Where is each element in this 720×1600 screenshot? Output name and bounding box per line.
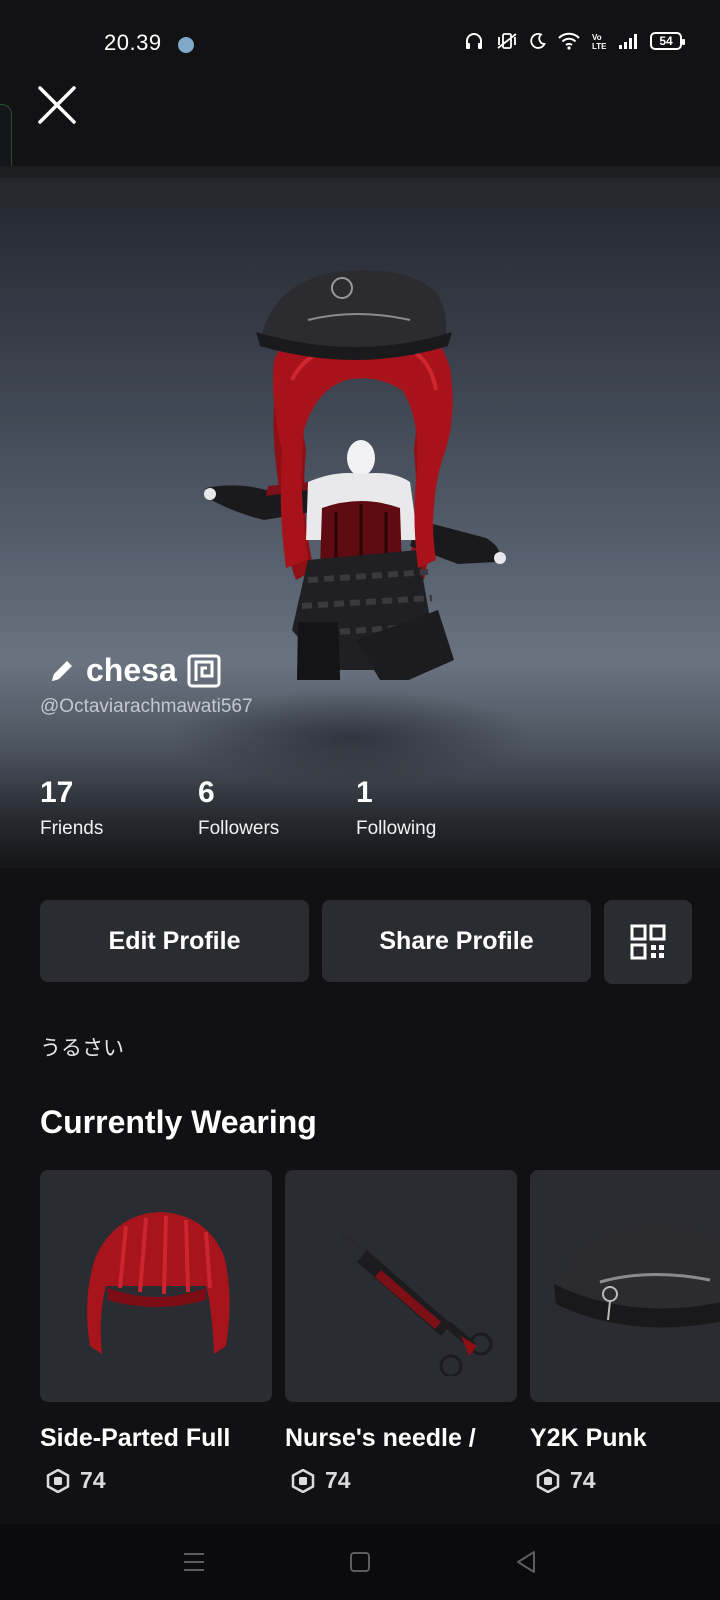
svg-text:Vo: Vo xyxy=(592,33,602,42)
edit-profile-button[interactable]: Edit Profile xyxy=(40,900,309,982)
back-button[interactable] xyxy=(511,1547,541,1577)
recents-icon xyxy=(184,1553,204,1571)
item-card[interactable]: Nurse's needle / 74 xyxy=(285,1170,517,1500)
vibrate-icon xyxy=(497,33,517,49)
home-button[interactable] xyxy=(345,1547,375,1577)
currently-wearing-list: Side-Parted Full 74 Nurse's needle / 74 … xyxy=(40,1170,720,1500)
status-bar: 20.39 Vo LTE 54 xyxy=(0,0,720,76)
battery-level: 54 xyxy=(659,34,673,48)
stat-followers[interactable]: 6 Followers xyxy=(198,778,356,840)
profile-stats: 17 Friends 6 Followers 1 Following xyxy=(40,778,514,840)
robux-icon xyxy=(536,1468,560,1493)
status-icons: Vo LTE 54 xyxy=(464,32,685,50)
item-price-row: 74 xyxy=(530,1467,720,1494)
avatar-image xyxy=(204,270,506,680)
pencil-icon[interactable] xyxy=(48,657,76,685)
close-icon xyxy=(38,86,76,124)
item-price-row: 74 xyxy=(40,1467,272,1494)
signal-icon xyxy=(619,34,637,49)
item-name: Side-Parted Full xyxy=(40,1424,231,1452)
item-price: 74 xyxy=(325,1467,351,1493)
robux-icon xyxy=(291,1468,315,1493)
back-icon xyxy=(517,1551,535,1573)
close-button[interactable] xyxy=(34,82,80,128)
volte-icon: VoLTE xyxy=(592,33,606,50)
item-thumbnail xyxy=(285,1170,517,1402)
headphones-icon xyxy=(466,33,482,49)
profile-screen: 20.39 Vo LTE 54 chesa @Octaviarachmawati… xyxy=(0,0,720,1600)
app-notification-icon xyxy=(178,37,194,53)
black-cap-thumbnail xyxy=(554,1225,720,1328)
moon-icon xyxy=(530,33,546,49)
display-name: chesa xyxy=(86,652,177,688)
qr-code-icon xyxy=(630,924,666,960)
svg-text:LTE: LTE xyxy=(592,42,606,50)
qr-code-button[interactable] xyxy=(604,900,692,984)
item-thumbnail xyxy=(530,1170,720,1402)
header-divider xyxy=(0,166,720,178)
system-navigation-bar xyxy=(0,1524,720,1600)
stat-following[interactable]: 1 Following xyxy=(356,778,514,840)
item-thumbnail xyxy=(40,1170,272,1402)
profile-bio: うるさい xyxy=(40,1037,124,1060)
stat-value: 17 xyxy=(40,776,74,809)
share-profile-button[interactable]: Share Profile xyxy=(322,900,591,982)
currently-wearing-title: Currently Wearing xyxy=(40,1104,317,1140)
stat-friends[interactable]: 17 Friends xyxy=(40,778,198,840)
item-name: Y2K Punk xyxy=(530,1424,647,1452)
verified-badge-icon xyxy=(187,654,221,687)
item-price: 74 xyxy=(80,1467,106,1493)
robux-icon xyxy=(46,1468,70,1493)
username: @Octaviarachmawati567 xyxy=(40,696,253,717)
item-price: 74 xyxy=(570,1467,596,1493)
item-card[interactable]: Side-Parted Full 74 xyxy=(40,1170,272,1500)
item-card[interactable]: Y2K Punk 74 xyxy=(530,1170,720,1500)
red-hair-thumbnail xyxy=(87,1212,230,1354)
battery-icon: 54 xyxy=(650,32,685,50)
item-price-row: 74 xyxy=(285,1467,517,1494)
stat-label: Friends xyxy=(40,818,104,839)
stat-label: Following xyxy=(356,818,437,839)
status-time: 20.39 xyxy=(104,30,162,55)
wifi-icon xyxy=(558,32,580,50)
stat-value: 6 xyxy=(198,776,215,809)
avatar-hero: chesa @Octaviarachmawati567 17 Friends 6… xyxy=(0,178,720,868)
home-icon xyxy=(350,1552,370,1572)
syringe-thumbnail xyxy=(339,1232,493,1376)
profile-actions: Edit Profile Share Profile xyxy=(40,900,692,984)
stat-label: Followers xyxy=(198,818,280,839)
recents-button[interactable] xyxy=(179,1547,209,1577)
stat-value: 1 xyxy=(356,776,373,809)
top-bar xyxy=(0,76,720,166)
item-name: Nurse's needle / xyxy=(285,1424,476,1452)
display-name-row: chesa xyxy=(48,652,221,689)
